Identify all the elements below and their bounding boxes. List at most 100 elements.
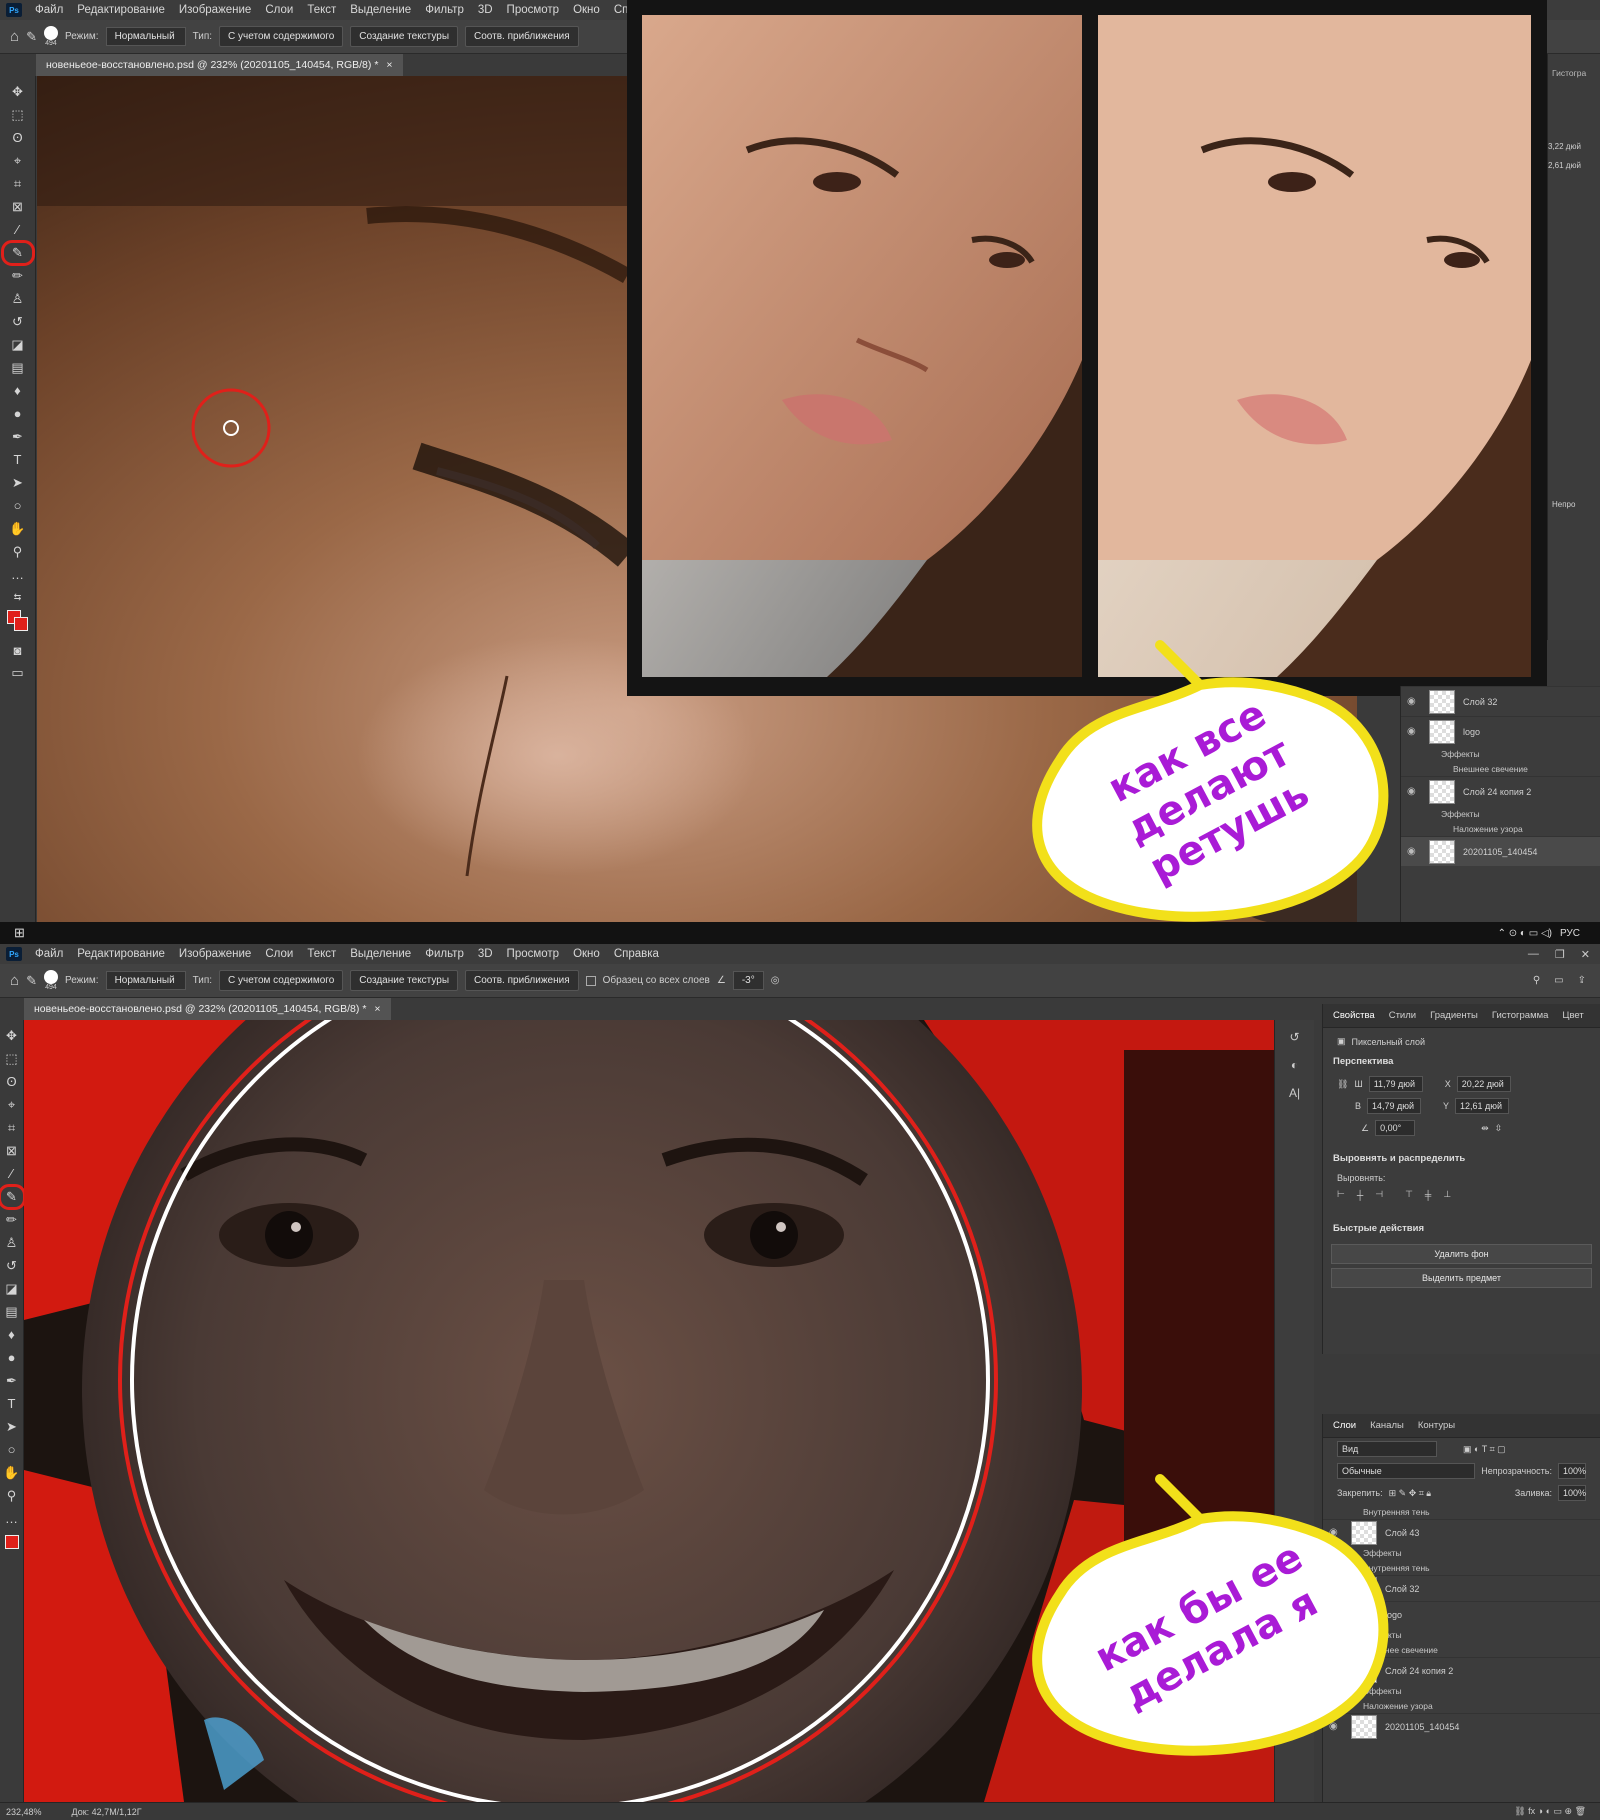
menu-view[interactable]: Просмотр: [500, 4, 567, 16]
healing-brush-preset-icon[interactable]: ✎: [26, 29, 37, 45]
quick-select-tool-icon[interactable]: ⌖: [7, 151, 29, 171]
more-tools-icon[interactable]: …: [1, 1509, 23, 1529]
zoom-tool-icon[interactable]: ⚲: [1, 1486, 23, 1506]
home-icon[interactable]: ⌂: [10, 28, 19, 45]
menu-image[interactable]: Изображение: [172, 948, 258, 960]
stamp-tool-icon[interactable]: ♙: [1, 1233, 23, 1253]
histogram-tab-fragment[interactable]: Гистогра: [1548, 54, 1600, 92]
hand-tool-icon[interactable]: ✋: [1, 1463, 23, 1483]
gradient-tool-icon[interactable]: ▤: [7, 358, 29, 378]
share-icon[interactable]: ⇪: [1578, 975, 1586, 986]
tab-channels[interactable]: Каналы: [1370, 1420, 1404, 1431]
align-section[interactable]: Выровнять и распределить: [1323, 1147, 1600, 1170]
x-field[interactable]: 20,22 дюй: [1456, 1076, 1511, 1092]
align-right-icon[interactable]: ⊣: [1375, 1189, 1383, 1200]
adjustments-panel-icon[interactable]: ◐: [1275, 1058, 1314, 1072]
pen-tool-icon[interactable]: ✒: [1, 1371, 23, 1391]
quick-select-tool-icon[interactable]: ⌖: [1, 1095, 23, 1115]
gradient-tool-icon[interactable]: ▤: [1, 1302, 23, 1322]
history-brush-tool-icon[interactable]: ↺: [1, 1256, 23, 1276]
mode-select[interactable]: Нормальный: [105, 27, 186, 46]
minimize-icon[interactable]: —: [1528, 948, 1539, 961]
menu-3d[interactable]: 3D: [471, 948, 500, 960]
crop-tool-icon[interactable]: ⌗: [1, 1118, 23, 1138]
layer-row[interactable]: ◉ Слой 32: [1401, 686, 1600, 716]
visibility-eye-icon[interactable]: ◉: [1407, 846, 1421, 857]
type-content-aware[interactable]: С учетом содержимого: [219, 26, 344, 47]
remove-background-button[interactable]: Удалить фон: [1331, 1244, 1592, 1264]
document-tab[interactable]: новеньеое-восстановлено.psd @ 232% (2020…: [24, 998, 391, 1020]
quick-actions-section[interactable]: Быстрые действия: [1323, 1217, 1600, 1240]
tab-gradients[interactable]: Градиенты: [1430, 1010, 1478, 1021]
angle-field[interactable]: 0,00°: [1375, 1120, 1416, 1136]
effects-row[interactable]: Эффекты: [1401, 746, 1600, 761]
opacity-field[interactable]: 100%: [1558, 1463, 1586, 1479]
quick-mask-icon[interactable]: ◙: [7, 640, 29, 660]
menu-text[interactable]: Текст: [300, 948, 343, 960]
layer-row[interactable]: ◉ 20201105_140454: [1401, 836, 1600, 866]
dodge-tool-icon[interactable]: ●: [7, 404, 29, 424]
dodge-tool-icon[interactable]: ●: [1, 1348, 23, 1368]
menu-window[interactable]: Окно: [566, 948, 607, 960]
layer-row[interactable]: ◉ logo: [1401, 716, 1600, 746]
flip-horizontal-icon[interactable]: ⇹: [1481, 1123, 1489, 1134]
type-texture[interactable]: Создание текстуры: [350, 970, 459, 991]
restore-icon[interactable]: ❐: [1555, 948, 1565, 961]
menu-3d[interactable]: 3D: [471, 4, 500, 16]
menu-image[interactable]: Изображение: [172, 4, 258, 16]
layer-name[interactable]: Слой 24 копия 2: [1463, 787, 1531, 797]
close-tab-icon[interactable]: ×: [386, 59, 392, 71]
history-brush-tool-icon[interactable]: ↺: [7, 312, 29, 332]
menu-select[interactable]: Выделение: [343, 4, 418, 16]
menu-view[interactable]: Просмотр: [500, 948, 567, 960]
menu-file[interactable]: Файл: [28, 948, 70, 960]
ellipse-tool-icon[interactable]: ○: [7, 496, 29, 516]
brush-tool-icon[interactable]: ✏: [1, 1210, 23, 1230]
brush-tool-icon[interactable]: ✏: [7, 266, 29, 286]
flip-vertical-icon[interactable]: ⇳: [1495, 1123, 1503, 1134]
blur-tool-icon[interactable]: ♦: [7, 381, 29, 401]
menu-text[interactable]: Текст: [300, 4, 343, 16]
mode-select[interactable]: Нормальный: [105, 971, 186, 990]
character-panel-icon[interactable]: A|: [1275, 1086, 1314, 1100]
eraser-tool-icon[interactable]: ◪: [7, 335, 29, 355]
color-swatches-icon[interactable]: [6, 609, 29, 631]
tray-icons[interactable]: ⌃ ⊙ ◐ ▭ ◁): [1498, 928, 1552, 939]
menu-filter[interactable]: Фильтр: [418, 948, 471, 960]
height-field[interactable]: 14,79 дюй: [1367, 1098, 1422, 1114]
path-select-tool-icon[interactable]: ➤: [1, 1417, 23, 1437]
pressure-icon[interactable]: ◎: [771, 975, 780, 986]
menu-edit[interactable]: Редактирование: [70, 948, 172, 960]
crop-tool-icon[interactable]: ⌗: [7, 174, 29, 194]
blur-tool-icon[interactable]: ♦: [1, 1325, 23, 1345]
doc-size[interactable]: Док: 42,7M/1,12Г: [72, 1807, 142, 1817]
lasso-tool-icon[interactable]: ʘ: [1, 1072, 23, 1092]
tab-color[interactable]: Цвет: [1562, 1010, 1583, 1021]
brush-preview-icon[interactable]: [43, 26, 58, 40]
ellipse-tool-icon[interactable]: ○: [1, 1440, 23, 1460]
link-icon[interactable]: ⛓: [1337, 1079, 1348, 1090]
frame-tool-icon[interactable]: ⊠: [7, 197, 29, 217]
workspace-icon[interactable]: ▭: [1554, 975, 1563, 986]
move-tool-icon[interactable]: ✥: [1, 1026, 23, 1046]
layer-row[interactable]: ◉ Слой 24 копия 2: [1401, 776, 1600, 806]
eyedropper-tool-icon[interactable]: ⁄: [7, 220, 29, 240]
menu-layers[interactable]: Слои: [258, 4, 300, 16]
marquee-tool-icon[interactable]: ⬚: [1, 1049, 23, 1069]
frame-tool-icon[interactable]: ⊠: [1, 1141, 23, 1161]
stamp-tool-icon[interactable]: ♙: [7, 289, 29, 309]
layer-panel-actions[interactable]: ⛓ fx ◑ ◐ ▭ ⊕ 🗑︎: [1514, 1806, 1586, 1817]
menu-select[interactable]: Выделение: [343, 948, 418, 960]
visibility-eye-icon[interactable]: ◉: [1407, 726, 1421, 737]
filter-icons[interactable]: ▣ ◐ T ⌗ ▢: [1463, 1444, 1506, 1455]
menu-window[interactable]: Окно: [566, 4, 607, 16]
healing-brush-tool-icon[interactable]: ✎: [0, 1183, 26, 1210]
y-field[interactable]: 12,61 дюй: [1455, 1098, 1510, 1114]
color-swatches-icon[interactable]: [1, 1532, 23, 1552]
layer-name[interactable]: logo: [1463, 727, 1480, 737]
angle-field[interactable]: -3°: [732, 971, 764, 990]
align-top-icon[interactable]: ⊤: [1405, 1189, 1413, 1200]
windows-start-icon[interactable]: ⊞: [14, 925, 25, 941]
move-tool-icon[interactable]: ✥: [7, 82, 29, 102]
fill-field[interactable]: 100%: [1558, 1485, 1586, 1501]
